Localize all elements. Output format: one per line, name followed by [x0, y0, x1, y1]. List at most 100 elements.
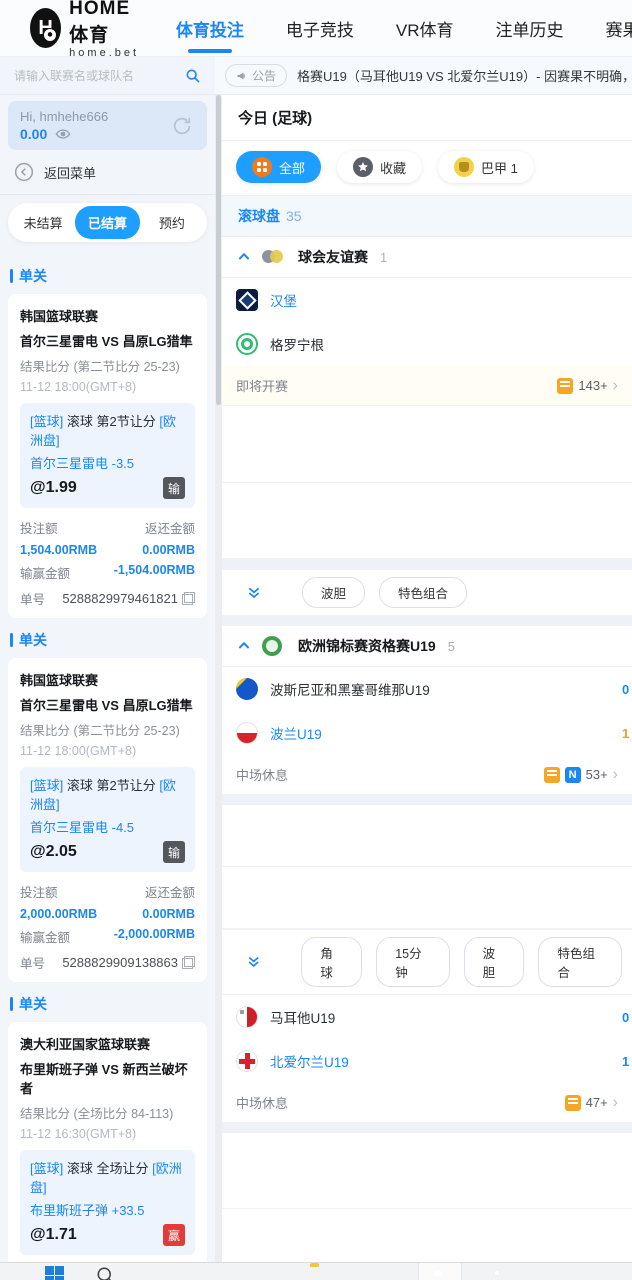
- bet-card[interactable]: 韩国篮球联赛 首尔三星雷电 VS 昌原LG猎隼 结果比分 (第二节比分 25-2…: [8, 658, 207, 982]
- stake-label: 投注额: [20, 522, 58, 536]
- windows-taskbar: [0, 1262, 632, 1280]
- match-home-row[interactable]: 汉堡: [222, 278, 632, 322]
- brand-logo[interactable]: H HOME体育 home.bet: [30, 0, 148, 59]
- bet-card[interactable]: 韩国篮球联赛 首尔三星雷电 VS 昌原LG猎隼 结果比分 (第二节比分 25-2…: [8, 294, 207, 618]
- sidebar-scrollbar[interactable]: [215, 95, 222, 1262]
- search-bar: [0, 57, 215, 95]
- tab-unsettled[interactable]: 未结算: [11, 206, 75, 239]
- back-to-menu[interactable]: 返回菜单: [0, 150, 215, 195]
- user-greeting: Hi, hmhehe666: [20, 109, 109, 124]
- bet-league: 韩国篮球联赛: [20, 673, 99, 688]
- match-status-row[interactable]: 即将开赛 143+ ›: [222, 366, 632, 406]
- chip-corners[interactable]: 角球: [301, 937, 363, 987]
- markets-icon: [557, 377, 574, 394]
- eye-icon[interactable]: [55, 128, 71, 140]
- section-header-friendlies[interactable]: 球会友谊赛 1: [222, 237, 632, 278]
- blue-window-app-icon[interactable]: [205, 1266, 225, 1280]
- bet-pick: 首尔三星雷电 -4.5: [30, 820, 135, 835]
- match-away-row[interactable]: 波兰U19 1: [222, 711, 632, 755]
- match-status-row[interactable]: 中场休息 47+ ›: [222, 1083, 632, 1123]
- blue-cloud-app-icon[interactable]: [545, 1266, 565, 1280]
- nav-results[interactable]: 赛果: [606, 16, 632, 41]
- section-name: 欧洲锦标赛资格赛U19: [298, 638, 436, 654]
- away-team-name: 北爱尔兰U19: [270, 1055, 349, 1070]
- odds-area[interactable]: [222, 1133, 632, 1209]
- taskview-icon[interactable]: [150, 1266, 170, 1280]
- chip-correct-score[interactable]: 波胆: [302, 577, 366, 608]
- match-home-row[interactable]: 波斯尼亚和黑塞哥维那U19 0: [222, 667, 632, 711]
- malta-flag-icon: [236, 1006, 258, 1028]
- bet-odds: @1.71: [30, 1226, 77, 1243]
- page-title: 今日 (足球): [222, 95, 632, 141]
- nav-esports[interactable]: 电子竞技: [286, 16, 354, 41]
- announcement-bar: 公告 格赛U19（马耳他U19 VS 北爱尔兰U19）- 因赛果不明确，赛果将: [215, 57, 632, 95]
- odds-area[interactable]: [222, 1209, 632, 1262]
- n-badge: N: [564, 766, 581, 783]
- home-team-name: 马耳他U19: [270, 1011, 336, 1026]
- filter-all[interactable]: 全部: [236, 151, 322, 183]
- filter-favorites[interactable]: 收藏: [337, 151, 423, 183]
- chip-special-combo[interactable]: 特色组合: [379, 577, 468, 608]
- app-window: H HOME体育 home.bet 体育投注 电子竞技 VR体育 注单历史 赛果…: [0, 0, 632, 1280]
- copy-icon[interactable]: [182, 592, 195, 605]
- match-away-row[interactable]: 格罗宁根: [222, 322, 632, 366]
- outcome-badge-lose: 输: [163, 841, 185, 863]
- markets-icon: [564, 1094, 581, 1111]
- star-icon: [353, 157, 374, 177]
- search-input[interactable]: [14, 68, 185, 83]
- filter-league-baja[interactable]: 巴甲 1: [438, 151, 534, 183]
- chip-correct-score[interactable]: 波胆: [463, 937, 525, 987]
- copy-icon[interactable]: [182, 956, 195, 969]
- bet-list: 单关 韩国篮球联赛 首尔三星雷电 VS 昌原LG猎隼 结果比分 (第二节比分 2…: [0, 250, 215, 1262]
- section-header-euro-u19[interactable]: 欧洲锦标赛资格赛U19 5: [222, 626, 632, 667]
- bet-result-score: 结果比分 (第二节比分 25-23): [20, 360, 180, 374]
- file-explorer-icon[interactable]: [310, 1266, 330, 1280]
- taskbar-search-icon[interactable]: [96, 1266, 116, 1280]
- markets-count: 53+: [585, 767, 608, 782]
- bet-selection: [篮球] 滚球 第2节让分 [欧洲盘] 首尔三星雷电 -4.5 @2.05 输: [20, 767, 195, 872]
- tab-reserved[interactable]: 预约: [140, 206, 204, 239]
- bet-league: 韩国篮球联赛: [20, 309, 99, 324]
- match-list-panel: 今日 (足球) 全部 收藏 巴甲 1 滚球盘 35 球会友谊赛 1 汉堡 格罗宁…: [222, 95, 632, 1262]
- league-filters: 全部 收藏 巴甲 1: [222, 141, 632, 196]
- hamburg-badge-icon: [236, 289, 258, 311]
- chevron-up-icon[interactable]: [236, 249, 252, 265]
- live-count-row[interactable]: 滚球盘 35: [222, 196, 632, 237]
- odds-area[interactable]: [222, 406, 632, 483]
- bet-odds: @1.99: [30, 479, 77, 496]
- nav-vr-sports[interactable]: VR体育: [396, 16, 454, 41]
- bet-league: 澳大利亚国家篮球联赛: [20, 1037, 151, 1052]
- bet-time: 11-12 16:30(GMT+8): [20, 1127, 137, 1141]
- green-app-icon[interactable]: [605, 1266, 625, 1280]
- refresh-icon[interactable]: [171, 115, 193, 137]
- match-home-row[interactable]: 马耳他U19 0: [222, 995, 632, 1039]
- winloss-label: 输赢金额: [20, 567, 71, 581]
- match-status: 中场休息: [236, 1096, 289, 1111]
- back-to-menu-label: 返回菜单: [44, 165, 97, 181]
- chevron-up-icon[interactable]: [236, 638, 252, 654]
- nav-sports-betting[interactable]: 体育投注: [176, 16, 244, 41]
- nav-bet-history[interactable]: 注单历史: [496, 16, 564, 41]
- odds-area[interactable]: [222, 867, 632, 929]
- chrome-icon[interactable]: [490, 1266, 510, 1280]
- expand-double-chevron-icon[interactable]: [246, 585, 262, 601]
- league-friendly-icon: [262, 247, 283, 267]
- winloss-label: 输赢金额: [20, 931, 71, 945]
- bet-type-tag: 单关: [10, 266, 207, 286]
- search-icon[interactable]: [185, 68, 201, 84]
- match-status-row[interactable]: 中场休息 N 53+ ›: [222, 755, 632, 795]
- orange-app-icon[interactable]: [370, 1266, 390, 1280]
- odds-area[interactable]: [222, 483, 632, 559]
- away-score: 1: [622, 1053, 630, 1069]
- winloss-value: -2,000.00RMB: [113, 927, 195, 941]
- expand-double-chevron-icon[interactable]: [246, 954, 261, 970]
- bet-card[interactable]: 澳大利亚国家篮球联赛 布里斯班子弹 VS 新西兰破坏者 结果比分 (全场比分 8…: [8, 1022, 207, 1262]
- chip-special-combo[interactable]: 特色组合: [538, 937, 623, 987]
- windows-start-icon[interactable]: [45, 1266, 65, 1280]
- qq-app-icon[interactable]: [430, 1266, 450, 1280]
- tab-settled[interactable]: 已结算: [75, 206, 140, 239]
- league-trophy-icon: [454, 157, 475, 177]
- chip-15min[interactable]: 15分钟: [376, 937, 450, 987]
- match-away-row[interactable]: 北爱尔兰U19 1: [222, 1039, 632, 1083]
- odds-area[interactable]: [222, 805, 632, 867]
